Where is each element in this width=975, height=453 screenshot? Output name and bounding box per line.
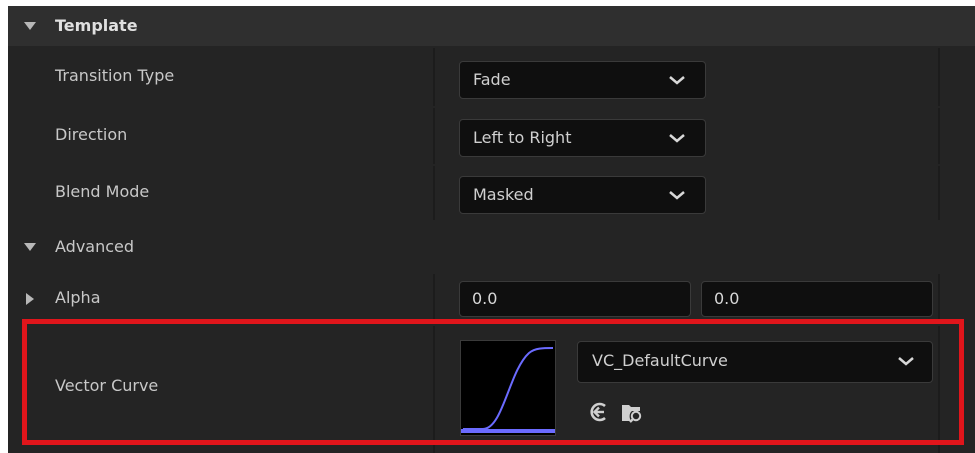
section-title: Template (55, 16, 138, 35)
property-value-cell: 0.0 0.0 (435, 274, 938, 324)
extra-cell (940, 274, 975, 324)
section-title: Advanced (55, 237, 135, 256)
dropdown-value: Left to Right (473, 128, 572, 147)
blend-mode-dropdown[interactable]: Masked (459, 176, 706, 214)
chevron-down-icon (669, 191, 685, 200)
extra-cell (940, 108, 975, 164)
property-label-cell: Alpha (8, 274, 433, 324)
dropdown-value: Fade (473, 70, 511, 89)
collapse-arrow-icon[interactable] (24, 243, 36, 251)
asset-name: VC_DefaultCurve (592, 351, 728, 370)
collapse-arrow-icon[interactable] (24, 22, 36, 30)
template-section-header[interactable]: Template (8, 6, 975, 46)
extra-cell (940, 166, 975, 220)
property-label: Blend Mode (55, 182, 150, 201)
chevron-down-icon (669, 134, 685, 143)
property-label-cell: Direction (8, 108, 433, 164)
browse-asset-icon[interactable] (620, 401, 646, 425)
property-value-cell: Masked (435, 166, 938, 220)
property-label: Transition Type (55, 66, 175, 85)
property-label: Direction (55, 125, 128, 144)
property-label: Vector Curve (55, 376, 159, 395)
chevron-down-icon (898, 357, 914, 366)
property-row-vector-curve: Vector Curve VC_DefaultCurve (8, 326, 975, 453)
property-row-direction: Direction Left to Right (8, 108, 975, 164)
property-row-alpha: Alpha 0.0 0.0 (8, 274, 975, 324)
number-value: 0.0 (714, 289, 740, 308)
chevron-down-icon (669, 76, 685, 85)
curve-thumbnail[interactable] (460, 340, 556, 436)
extra-cell (940, 48, 975, 106)
dropdown-value: Masked (473, 185, 534, 204)
property-label: Alpha (55, 288, 101, 307)
alpha-value-a-input[interactable]: 0.0 (459, 281, 691, 317)
property-label-cell: Vector Curve (8, 326, 433, 453)
property-label-cell: Blend Mode (8, 166, 433, 220)
extra-cell (940, 326, 975, 453)
direction-dropdown[interactable]: Left to Right (459, 119, 706, 157)
use-selected-asset-icon[interactable] (588, 401, 610, 423)
transition-type-dropdown[interactable]: Fade (459, 61, 706, 99)
details-panel: Template Transition Type Fade Direction … (8, 6, 975, 453)
property-value-cell: Fade (435, 48, 938, 106)
advanced-section-header[interactable]: Advanced (8, 222, 975, 272)
expand-arrow-icon[interactable] (26, 293, 34, 305)
property-row-blend-mode: Blend Mode Masked (8, 166, 975, 220)
property-label-cell: Transition Type (8, 48, 433, 106)
curve-preview (461, 347, 555, 433)
property-row-transition-type: Transition Type Fade (8, 48, 975, 106)
property-value-cell: Left to Right (435, 108, 938, 164)
number-value: 0.0 (472, 289, 498, 308)
curve-asset-dropdown[interactable]: VC_DefaultCurve (577, 341, 933, 383)
property-value-cell: VC_DefaultCurve (435, 326, 938, 453)
alpha-value-b-input[interactable]: 0.0 (701, 281, 933, 317)
